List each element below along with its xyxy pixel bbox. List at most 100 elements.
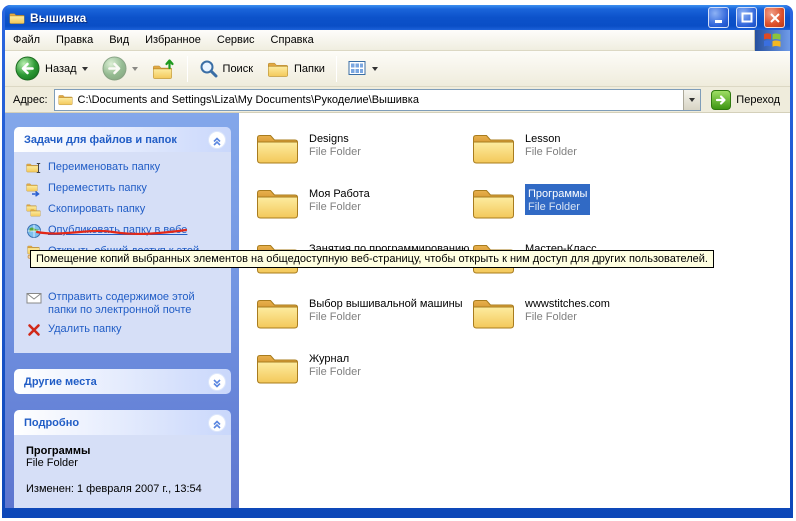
views-dropdown-icon[interactable] <box>372 67 378 71</box>
menu-help[interactable]: Справка <box>263 33 322 47</box>
back-label: Назад <box>45 63 77 75</box>
task-label[interactable]: Отправить содержимое этой папки по элект… <box>48 290 213 317</box>
folder-name[interactable]: Выбор вышивальной машины <box>309 298 463 311</box>
other-places-title: Другие места <box>24 376 208 388</box>
forward-button[interactable] <box>96 53 144 84</box>
task-rename-folder[interactable]: Переименовать папку <box>26 160 227 176</box>
go-label: Переход <box>736 94 780 106</box>
collapse-chevron-icon[interactable] <box>208 414 226 432</box>
copy-folder-icon <box>26 202 42 218</box>
views-button[interactable] <box>342 57 384 80</box>
window-folder-icon <box>9 11 25 25</box>
folder-name[interactable]: wwwstitches.com <box>525 298 610 311</box>
details-modified: Изменен: 1 февраля 2007 г., 13:54 <box>26 483 223 495</box>
address-folder-icon <box>58 93 73 106</box>
address-path[interactable]: C:\Documents and Settings\Liza\My Docume… <box>78 94 679 106</box>
details-panel: Подробно Программы File Folder Изменен: … <box>14 410 231 508</box>
folders-button[interactable]: Папки <box>261 57 331 81</box>
folder-icon <box>255 184 300 221</box>
other-places-panel: Другие места <box>14 369 231 394</box>
window-body: Файл Правка Вид Избранное Сервис Справка <box>5 30 790 508</box>
tasks-panel-title: Задачи для файлов и папок <box>24 134 208 146</box>
details-panel-header[interactable]: Подробно <box>14 410 231 435</box>
collapse-chevron-icon[interactable] <box>208 131 226 149</box>
expand-chevron-icon[interactable] <box>208 373 226 391</box>
minimize-button[interactable] <box>708 7 729 28</box>
folder-type: File Folder <box>528 201 587 214</box>
address-bar: Адрес: C:\Documents and Settings\Liza\My… <box>5 87 790 113</box>
folder-tile-selected[interactable]: Программы File Folder <box>471 184 731 239</box>
up-folder-icon <box>152 58 176 80</box>
back-button[interactable]: Назад <box>9 53 94 84</box>
folders-label: Папки <box>294 63 325 75</box>
menu-edit[interactable]: Правка <box>48 33 101 47</box>
search-icon <box>199 59 218 78</box>
folder-icon <box>255 294 300 331</box>
task-copy-folder[interactable]: Скопировать папку <box>26 202 227 218</box>
forward-dropdown-icon[interactable] <box>132 67 138 71</box>
folder-name[interactable]: Designs <box>309 133 361 146</box>
task-label[interactable]: Переименовать папку <box>48 160 160 174</box>
menu-bar: Файл Правка Вид Избранное Сервис Справка <box>5 30 790 51</box>
details-panel-body: Программы File Folder Изменен: 1 февраля… <box>14 435 231 508</box>
tooltip: Помещение копий выбранных элементов на о… <box>30 250 714 268</box>
address-dropdown-button[interactable] <box>683 90 700 110</box>
menu-file[interactable]: Файл <box>5 33 48 47</box>
go-button[interactable]: Переход <box>707 90 784 110</box>
back-dropdown-icon[interactable] <box>82 67 88 71</box>
task-label[interactable]: Удалить папку <box>48 322 122 336</box>
red-annotation-underline <box>33 224 193 240</box>
folder-tile[interactable]: Lesson File Folder <box>471 129 731 184</box>
folder-name[interactable]: Программы <box>528 188 587 201</box>
go-icon <box>711 90 731 110</box>
window-title: Вышивка <box>30 11 701 25</box>
address-input[interactable]: C:\Documents and Settings\Liza\My Docume… <box>54 89 702 111</box>
details-type: File Folder <box>26 457 223 469</box>
search-label: Поиск <box>223 63 253 75</box>
details-panel-title: Подробно <box>24 417 208 429</box>
back-icon <box>15 56 40 81</box>
task-label[interactable]: Переместить папку <box>48 181 147 195</box>
folder-type: File Folder <box>525 311 610 324</box>
folder-type: File Folder <box>525 146 577 159</box>
details-name: Программы <box>26 445 223 457</box>
folder-tile[interactable]: Моя Работа File Folder <box>255 184 471 239</box>
up-button[interactable] <box>146 55 182 83</box>
menu-view[interactable]: Вид <box>101 33 137 47</box>
task-label[interactable]: Скопировать папку <box>48 202 145 216</box>
task-move-folder[interactable]: Переместить папку <box>26 181 227 197</box>
windows-logo-icon <box>754 30 790 51</box>
delete-icon <box>26 322 42 338</box>
folder-type: File Folder <box>309 311 463 324</box>
menu-tools[interactable]: Сервис <box>209 33 263 47</box>
folder-name[interactable]: Журнал <box>309 353 361 366</box>
folder-name[interactable]: Lesson <box>525 133 577 146</box>
task-delete-folder[interactable]: Удалить папку <box>26 322 227 338</box>
folder-tile[interactable]: Выбор вышивальной машины File Folder <box>255 294 471 349</box>
rename-folder-icon <box>26 160 42 176</box>
folder-tile[interactable]: wwwstitches.com File Folder <box>471 294 731 349</box>
title-bar[interactable]: Вышивка <box>5 5 790 30</box>
folder-type: File Folder <box>309 146 361 159</box>
toolbar: Назад <box>5 51 790 87</box>
file-list-area[interactable]: Designs File Folder Lesson File Folder М… <box>239 113 790 508</box>
folder-tile[interactable]: Designs File Folder <box>255 129 471 184</box>
menu-favorites[interactable]: Избранное <box>137 33 209 47</box>
toolbar-separator <box>336 56 337 82</box>
other-places-header[interactable]: Другие места <box>14 369 231 394</box>
file-folder-tasks-panel: Задачи для файлов и папок Переименовать … <box>14 127 231 353</box>
folder-icon <box>471 294 516 331</box>
maximize-button[interactable] <box>736 7 757 28</box>
task-email-folder[interactable]: Отправить содержимое этой папки по элект… <box>26 290 227 317</box>
folder-type: File Folder <box>309 201 370 214</box>
folder-type: File Folder <box>309 366 361 379</box>
search-button[interactable]: Поиск <box>193 56 259 81</box>
views-icon <box>348 60 367 77</box>
folder-name[interactable]: Моя Работа <box>309 188 370 201</box>
close-button[interactable] <box>764 7 785 28</box>
task-pane: Задачи для файлов и папок Переименовать … <box>5 113 239 508</box>
folder-tile[interactable]: Журнал File Folder <box>255 349 471 404</box>
tasks-panel-header[interactable]: Задачи для файлов и папок <box>14 127 231 152</box>
content-area: Задачи для файлов и папок Переименовать … <box>5 113 790 508</box>
email-folder-icon <box>26 290 42 306</box>
